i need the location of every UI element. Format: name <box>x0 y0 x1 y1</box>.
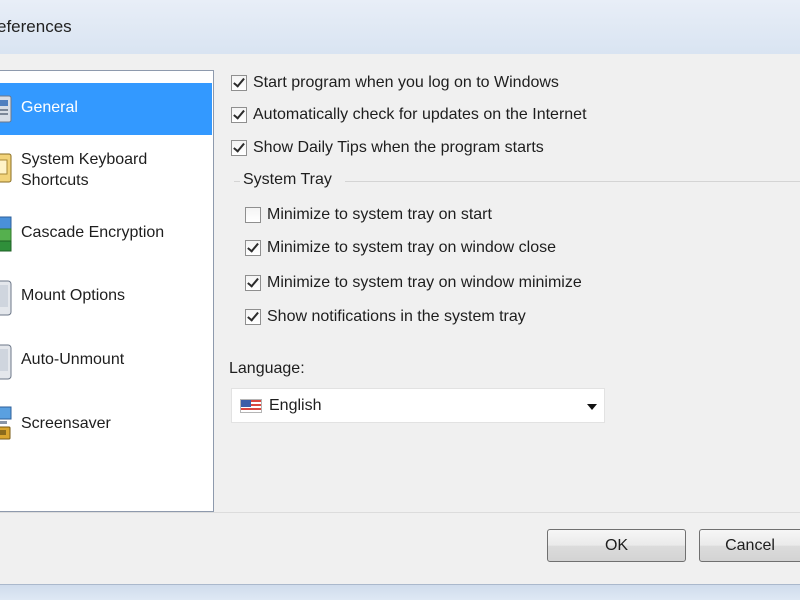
chevron-down-icon[interactable] <box>587 404 597 410</box>
option-tray-on-start[interactable]: Minimize to system tray on start <box>245 206 492 224</box>
sidebar-item-label: Screensaver <box>21 415 111 432</box>
unmount-icon <box>0 343 13 380</box>
cancel-button[interactable]: Cancel <box>699 529 800 562</box>
window-bottom-border <box>0 584 800 600</box>
group-divider <box>345 181 800 182</box>
option-label: Minimize to system tray on start <box>267 206 492 223</box>
option-daily-tips[interactable]: Show Daily Tips when the program starts <box>231 139 544 157</box>
language-value: English <box>269 397 322 414</box>
system-tray-group-title: System Tray <box>243 171 332 188</box>
check-updates-checkbox[interactable] <box>231 107 247 123</box>
screensaver-icon <box>0 403 13 440</box>
option-tray-on-close[interactable]: Minimize to system tray on window close <box>245 239 556 257</box>
option-label: Minimize to system tray on window minimi… <box>267 274 582 291</box>
ok-button[interactable]: OK <box>547 529 686 562</box>
button-separator <box>0 512 800 513</box>
encryption-icon <box>0 215 13 252</box>
sidebar-item-screensaver[interactable]: Screensaver <box>0 397 212 455</box>
start-on-logon-checkbox[interactable] <box>231 75 247 91</box>
sidebar-item-label: Mount Options <box>21 287 126 304</box>
option-check-updates[interactable]: Automatically check for updates on the I… <box>231 106 587 124</box>
option-tray-on-minimize[interactable]: Minimize to system tray on window minimi… <box>245 274 582 292</box>
sidebar-item-label: System Keyboard Shortcuts <box>21 151 148 189</box>
title-bar[interactable]: eferences <box>0 0 800 55</box>
sidebar-item-mount-options[interactable]: Mount Options <box>0 269 212 327</box>
keyboard-icon <box>0 151 13 185</box>
daily-tips-checkbox[interactable] <box>231 140 247 156</box>
window-title: eferences <box>0 17 72 36</box>
general-icon <box>0 92 13 126</box>
us-flag-icon <box>240 399 262 413</box>
option-label: Start program when you log on to Windows <box>253 74 559 91</box>
sidebar-item-auto-unmount[interactable]: Auto-Unmount <box>0 333 212 391</box>
tray-on-close-checkbox[interactable] <box>245 240 261 256</box>
sidebar-item-label: Cascade Encryption <box>21 224 165 241</box>
tray-notifications-checkbox[interactable] <box>245 309 261 325</box>
sidebar-item-system-keyboard-shortcuts[interactable]: System Keyboard Shortcuts <box>0 141 212 199</box>
preferences-window: eferences General System Keyboard Shortc… <box>0 0 800 600</box>
sidebar-item-cascade-encryption[interactable]: Cascade Encryption <box>0 207 212 261</box>
option-tray-notifications[interactable]: Show notifications in the system tray <box>245 308 526 326</box>
sidebar-item-label: Auto-Unmount <box>21 351 125 368</box>
category-sidebar: General System Keyboard Shortcuts Cascad… <box>0 70 214 512</box>
tray-on-minimize-checkbox[interactable] <box>245 275 261 291</box>
group-divider <box>234 181 240 182</box>
option-start-on-logon[interactable]: Start program when you log on to Windows <box>231 74 559 92</box>
option-label: Show notifications in the system tray <box>267 308 526 325</box>
option-label: Show Daily Tips when the program starts <box>253 139 544 156</box>
sidebar-item-label: General <box>21 99 78 116</box>
option-label: Automatically check for updates on the I… <box>253 106 587 123</box>
option-label: Minimize to system tray on window close <box>267 239 556 256</box>
mount-icon <box>0 279 13 316</box>
tray-on-start-checkbox[interactable] <box>245 207 261 223</box>
language-label: Language: <box>229 360 305 377</box>
language-select[interactable]: English <box>231 388 605 423</box>
sidebar-item-general[interactable]: General <box>0 83 212 135</box>
